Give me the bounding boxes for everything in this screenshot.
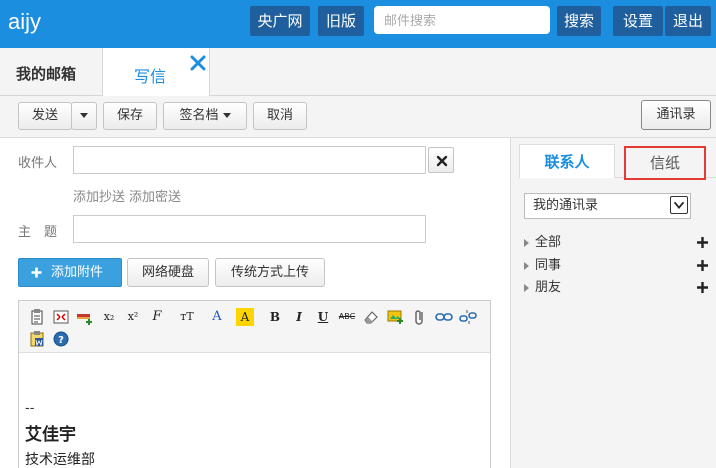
compose-toolbar: 发送 保存 签名档 取消 通讯录 xyxy=(0,96,716,138)
rich-text-editor: x₂ x² F тT A A B I U ABC ? -- 艾佳宇 技术运维部 xyxy=(18,300,491,468)
superscript-icon[interactable]: x² xyxy=(124,308,142,326)
contact-group-colleagues[interactable]: 同事 xyxy=(524,256,712,276)
address-book-select-value: 我的通讯录 xyxy=(533,198,599,213)
clear-icon xyxy=(436,155,448,167)
chevron-down-icon xyxy=(222,113,231,118)
highlight-icon[interactable]: A xyxy=(236,308,254,326)
chevron-down-icon xyxy=(80,113,88,118)
recipient-label: 收件人 xyxy=(18,156,58,171)
attachment-icon[interactable] xyxy=(411,308,429,326)
settings-button[interactable]: 设置 xyxy=(613,6,663,36)
unlink-icon[interactable] xyxy=(459,308,477,326)
strikethrough-icon[interactable]: ABC xyxy=(336,308,358,326)
signature-name: 艾佳宇 xyxy=(25,425,76,445)
recipient-input[interactable] xyxy=(73,146,426,174)
cancel-button[interactable]: 取消 xyxy=(253,102,307,130)
bold-icon[interactable]: B xyxy=(266,308,284,326)
cc-bcc-links: 添加抄送 添加密送 xyxy=(73,186,185,205)
insert-image-icon[interactable] xyxy=(387,308,405,326)
contacts-panel: 联系人 信纸 我的通讯录 全部 同事 朋友 xyxy=(510,138,716,468)
clear-recipient-button[interactable] xyxy=(428,147,454,173)
font-family-icon[interactable]: F xyxy=(146,308,168,326)
eraser-icon[interactable] xyxy=(362,308,380,326)
signature-department: 技术运维部 xyxy=(25,452,95,468)
logout-button[interactable]: 退出 xyxy=(665,6,711,36)
tab-strip: 我的邮箱 写信 xyxy=(0,48,716,97)
contacts-panel-tabs: 联系人 信纸 xyxy=(519,144,716,180)
contact-group-label: 朋友 xyxy=(535,280,562,295)
search-button[interactable]: 搜索 xyxy=(557,6,601,36)
close-icon[interactable] xyxy=(189,54,207,72)
editor-toolbar: x₂ x² F тT A A B I U ABC ? xyxy=(19,301,490,353)
net-disk-button[interactable]: 网络硬盘 xyxy=(127,258,209,287)
font-color-icon[interactable]: A xyxy=(208,308,226,326)
cctv-link[interactable]: 央广网 xyxy=(250,6,310,36)
address-book-button[interactable]: 通讯录 xyxy=(641,100,711,130)
help-icon[interactable]: ? xyxy=(52,330,70,348)
mail-search-input[interactable] xyxy=(374,6,550,34)
add-cc-link[interactable]: 添加抄送 xyxy=(73,190,125,205)
expand-icon xyxy=(524,238,529,247)
tab-compose[interactable]: 写信 xyxy=(102,48,210,97)
signature-label: 签名档 xyxy=(179,108,219,123)
brand-logo[interactable]: aijy xyxy=(8,8,41,36)
signature-button[interactable]: 签名档 xyxy=(163,102,247,130)
link-icon[interactable] xyxy=(435,308,453,326)
paste-word-icon[interactable] xyxy=(28,330,46,348)
subject-input[interactable] xyxy=(73,215,426,243)
plus-icon[interactable] xyxy=(697,282,708,293)
paste-icon[interactable] xyxy=(28,308,46,326)
subject-label: 主 题 xyxy=(18,225,58,240)
svg-text:?: ? xyxy=(58,335,64,346)
tab-contacts[interactable]: 联系人 xyxy=(519,144,615,178)
plus-icon xyxy=(31,267,42,278)
send-button[interactable]: 发送 xyxy=(18,102,72,130)
horizontal-rule-icon[interactable] xyxy=(76,308,94,326)
expand-icon xyxy=(524,283,529,292)
contact-group-label: 同事 xyxy=(535,258,562,273)
tab-my-mailbox[interactable]: 我的邮箱 xyxy=(0,48,102,96)
address-book-select[interactable]: 我的通讯录 xyxy=(524,193,691,219)
legacy-upload-button[interactable]: 传统方式上传 xyxy=(215,258,325,287)
top-bar: aijy 央广网 旧版 搜索 设置 退出 xyxy=(0,0,716,48)
add-attachment-button[interactable]: 添加附件 xyxy=(18,258,122,287)
fullscreen-icon[interactable] xyxy=(52,308,70,326)
tab-stationery[interactable]: 信纸 xyxy=(624,146,706,180)
save-button[interactable]: 保存 xyxy=(103,102,157,130)
contact-group-label: 全部 xyxy=(535,235,562,250)
chevron-down-icon xyxy=(670,196,688,214)
add-attachment-label: 添加附件 xyxy=(51,265,104,280)
subscript-icon[interactable]: x₂ xyxy=(100,308,118,326)
contact-group-all[interactable]: 全部 xyxy=(524,233,712,253)
font-size-icon[interactable]: тT xyxy=(176,308,198,326)
plus-icon[interactable] xyxy=(697,260,708,271)
old-version-button[interactable]: 旧版 xyxy=(318,6,364,36)
editor-body[interactable]: -- 艾佳宇 技术运维部 xyxy=(25,401,95,468)
tab-compose-label: 写信 xyxy=(134,67,167,86)
underline-icon[interactable]: U xyxy=(314,308,332,326)
send-options-button[interactable] xyxy=(71,102,97,130)
italic-icon[interactable]: I xyxy=(290,308,308,326)
signature-separator: -- xyxy=(25,401,35,416)
contact-group-friends[interactable]: 朋友 xyxy=(524,278,712,298)
plus-icon[interactable] xyxy=(697,237,708,248)
expand-icon xyxy=(524,261,529,270)
add-bcc-link[interactable]: 添加密送 xyxy=(129,190,181,205)
